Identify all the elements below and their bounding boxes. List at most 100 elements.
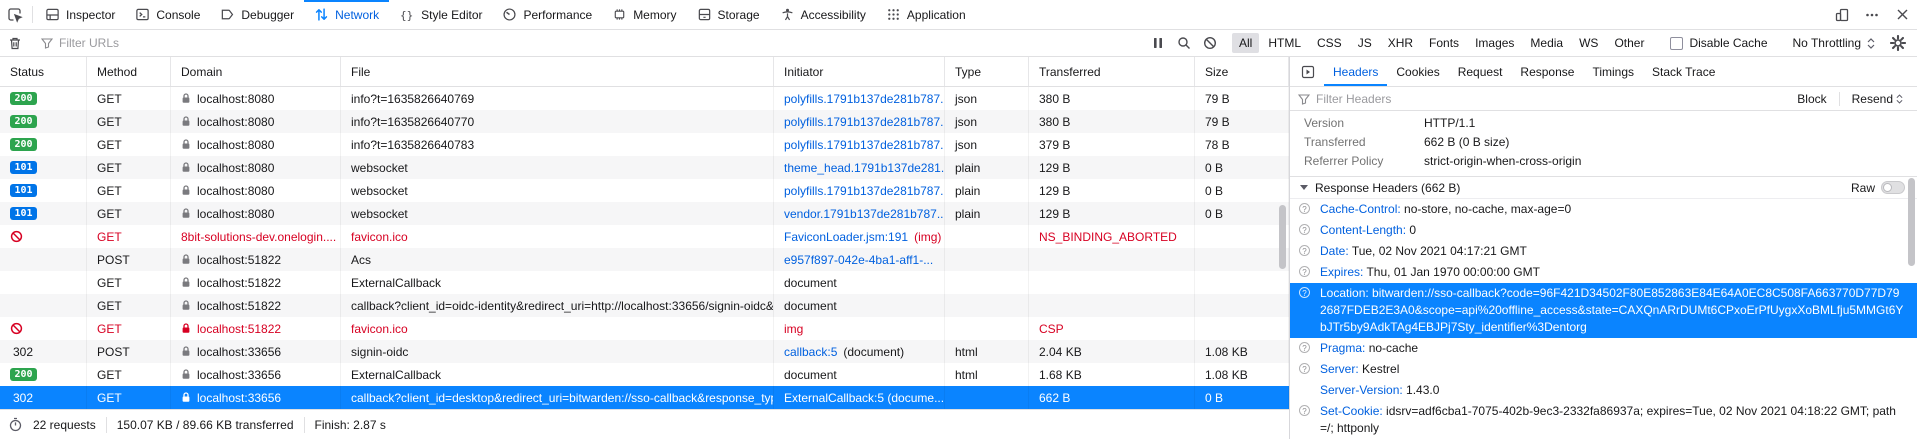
table-row[interactable]: 200 GET localhost:8080 info?t=1635826640… [0,87,1289,110]
initiator-cell: vendor.1791b137de281b787... [774,202,945,225]
header-entry[interactable]: Server-Version: 1.43.0 [1290,380,1917,401]
table-row[interactable]: GET localhost:51822 ExternalCallback doc… [0,271,1289,294]
details-tab-request[interactable]: Request [1449,57,1512,86]
type-filter-images[interactable]: Images [1468,33,1521,53]
header-entry[interactable]: ?Expires: Thu, 01 Jan 1970 00:00:00 GMT [1290,262,1917,283]
question-mark-icon[interactable]: ? [1299,342,1310,353]
request-list-scrollbar[interactable] [1279,205,1286,269]
tab-console[interactable]: Console [125,0,210,29]
table-row[interactable]: POST localhost:51822 Acs e957f897-042e-4… [0,248,1289,271]
tab-network[interactable]: Network [304,0,389,29]
initiator-link[interactable]: theme_head.1791b137de281... [784,161,945,175]
initiator-link[interactable]: polyfills.1791b137de281b787... [784,184,945,198]
initiator-link[interactable]: e957f897-042e-4ba1-aff1-... [784,253,933,267]
header-entry[interactable]: ?Cache-Control: no-store, no-cache, max-… [1290,199,1917,220]
tab-storage[interactable]: Storage [687,0,770,29]
header-entry[interactable]: ?Server: Kestrel [1290,359,1917,380]
question-mark-icon[interactable]: ? [1299,405,1310,416]
block-button[interactable]: Block [1791,92,1832,106]
question-mark-icon[interactable]: ? [1299,363,1310,374]
table-row[interactable]: 200 GET localhost:8080 info?t=1635826640… [0,133,1289,156]
details-tab-cookies[interactable]: Cookies [1387,57,1448,86]
details-tab-stack-trace[interactable]: Stack Trace [1643,57,1724,86]
disable-cache-control[interactable]: Disable Cache [1660,36,1777,50]
details-tab-headers[interactable]: Headers [1324,57,1387,86]
split-panel-toggle-icon[interactable] [1296,57,1320,86]
tab-debugger[interactable]: Debugger [210,0,304,29]
method-cell: GET [87,317,171,340]
close-icon[interactable] [1887,0,1917,29]
header-entry[interactable]: ?Pragma: no-cache [1290,338,1917,359]
type-filter-fonts[interactable]: Fonts [1422,33,1466,53]
column-header-domain[interactable]: Domain [171,57,341,86]
column-header-size[interactable]: Size [1195,57,1289,86]
details-scrollbar[interactable] [1908,178,1915,266]
meatball-menu-icon[interactable] [1857,0,1887,29]
filter-urls-input[interactable] [59,36,229,50]
responsive-design-mode-icon[interactable] [1827,0,1857,29]
question-mark-icon[interactable]: ? [1299,266,1310,277]
domain-cell: localhost:8080 [171,133,341,156]
type-filter-html[interactable]: HTML [1261,33,1308,53]
initiator-link[interactable]: FaviconLoader.jsm:191 [784,230,908,244]
tab-performance[interactable]: Performance [492,0,602,29]
type-filter-js[interactable]: JS [1351,33,1379,53]
header-entry[interactable]: ?Date: Tue, 02 Nov 2021 04:17:21 GMT [1290,241,1917,262]
table-row[interactable]: GET localhost:51822 callback?client_id=o… [0,294,1289,317]
initiator-link[interactable]: polyfills.1791b137de281b787... [784,115,945,129]
response-headers-section[interactable]: Response Headers (662 B) Raw [1290,176,1917,199]
table-row[interactable]: 200 GET localhost:33656 ExternalCallback… [0,363,1289,386]
column-header-type[interactable]: Type [945,57,1029,86]
transferred-text: 2.04 KB [1039,345,1082,359]
throttling-select[interactable]: No Throttling [1783,36,1885,50]
question-mark-icon[interactable]: ? [1299,224,1310,235]
initiator-link[interactable]: polyfills.1791b137de281b787... [784,138,945,152]
tab-inspector[interactable]: Inspector [35,0,125,29]
tab-style-editor[interactable]: {}Style Editor [389,0,492,29]
type-filter-ws[interactable]: WS [1572,33,1605,53]
raw-toggle[interactable] [1881,181,1905,194]
initiator-link[interactable]: polyfills.1791b137de281b787... [784,92,945,106]
type-filter-other[interactable]: Other [1607,33,1651,53]
tab-memory[interactable]: Memory [602,0,686,29]
disable-cache-checkbox[interactable] [1670,37,1683,50]
column-header-initiator[interactable]: Initiator [774,57,945,86]
column-header-transferred[interactable]: Transferred [1029,57,1195,86]
column-header-status[interactable]: Status [0,57,87,86]
clear-requests-button[interactable] [2,31,28,55]
tab-accessibility[interactable]: Accessibility [770,0,876,29]
table-row[interactable]: GET localhost:51822 favicon.ico img CSP [0,317,1289,340]
table-row[interactable]: 302 GET localhost:33656 callback?client_… [0,386,1289,409]
details-tab-response[interactable]: Response [1511,57,1583,86]
header-entry[interactable]: ?Content-Length: 0 [1290,220,1917,241]
header-entry[interactable]: ?Set-Cookie: idsrv=adf6cba1-7075-402b-9e… [1290,401,1917,439]
node-picker-button[interactable] [0,0,30,29]
table-row[interactable]: 101 GET localhost:8080 websocket vendor.… [0,202,1289,225]
table-row[interactable]: 302 POST localhost:33656 signin-oidc cal… [0,340,1289,363]
search-icon[interactable] [1171,31,1197,55]
table-row[interactable]: 200 GET localhost:8080 info?t=1635826640… [0,110,1289,133]
filter-headers-input[interactable] [1316,92,1785,106]
initiator-link[interactable]: callback:5 [784,345,837,359]
block-requests-icon[interactable] [1197,31,1223,55]
column-header-file[interactable]: File [341,57,774,86]
table-row[interactable]: GET 8bit-solutions-dev.onelogin.... favi… [0,225,1289,248]
performance-analysis-icon[interactable] [8,417,23,432]
type-filter-css[interactable]: CSS [1310,33,1349,53]
table-row[interactable]: 101 GET localhost:8080 websocket theme_h… [0,156,1289,179]
type-filter-xhr[interactable]: XHR [1381,33,1420,53]
pause-recording-icon[interactable] [1145,31,1171,55]
table-row[interactable]: 101 GET localhost:8080 websocket polyfil… [0,179,1289,202]
tab-application[interactable]: Application [876,0,976,29]
type-filter-all[interactable]: All [1232,33,1259,53]
question-mark-icon[interactable]: ? [1299,203,1310,214]
question-mark-icon[interactable]: ? [1299,287,1310,298]
network-settings-gear-icon[interactable] [1885,31,1911,55]
type-filter-media[interactable]: Media [1523,33,1570,53]
question-mark-icon[interactable]: ? [1299,245,1310,256]
details-tab-timings[interactable]: Timings [1583,57,1643,86]
header-entry[interactable]: ?Location: bitwarden://sso-callback?code… [1290,283,1917,338]
initiator-link[interactable]: vendor.1791b137de281b787... [784,207,945,221]
column-header-method[interactable]: Method [87,57,171,86]
resend-button[interactable]: Resend [1846,92,1909,106]
